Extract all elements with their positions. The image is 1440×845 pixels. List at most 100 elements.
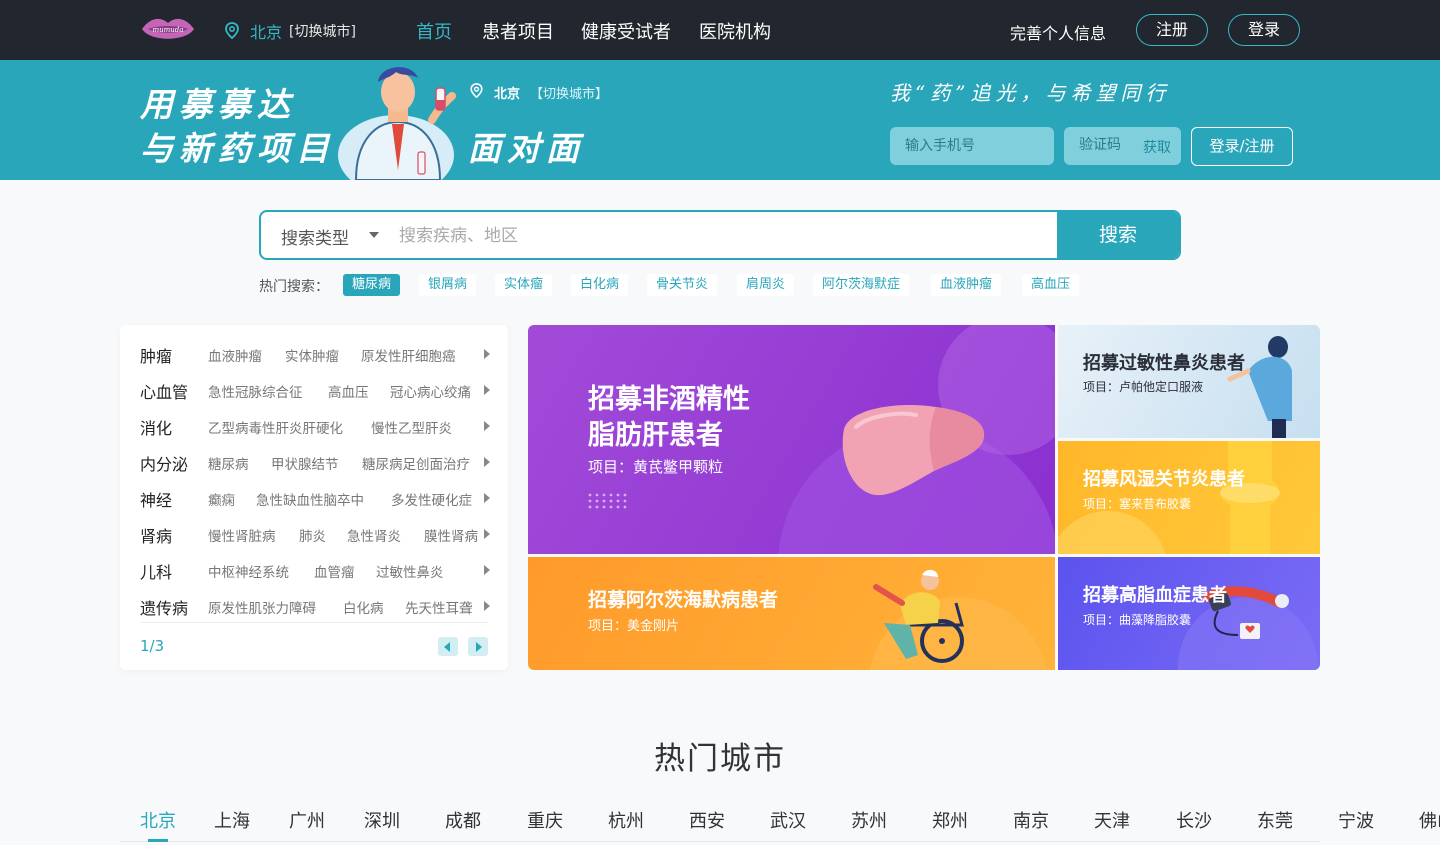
chevron-right-icon[interactable] <box>484 421 490 431</box>
category-name[interactable]: 儿科 <box>140 559 172 583</box>
search-button[interactable]: 搜索 <box>1057 212 1179 258</box>
recruit-card-hyperlipidemia[interactable]: 招募高脂血症患者 项目：曲藻降脂胶囊 <box>1058 557 1320 670</box>
nav-hospitals[interactable]: 医院机构 <box>699 18 771 44</box>
recruit-card-fatty-liver[interactable]: 招募非酒精性 脂肪肝患者 项目：黄芪鳖甲颗粒 <box>528 325 1055 554</box>
city-tab[interactable]: 宁波 <box>1338 807 1374 833</box>
banner-switch-city-link[interactable]: 【切换城市】 <box>530 83 608 102</box>
hot-tag[interactable]: 糖尿病 <box>343 274 401 296</box>
category-sub[interactable]: 急性肾炎 <box>347 525 401 545</box>
hot-tag[interactable]: 白化病 <box>571 274 629 296</box>
category-sub[interactable]: 冠心病心绞痛 <box>390 381 471 401</box>
logo-lips-icon[interactable]: mumuda <box>140 12 196 48</box>
verification-code-input[interactable] <box>1079 137 1139 153</box>
category-sub[interactable]: 高血压 <box>328 381 369 401</box>
category-sub[interactable]: 中枢神经系统 <box>208 561 289 581</box>
category-name[interactable]: 遗传病 <box>140 595 188 619</box>
search-type-dropdown[interactable]: 搜索类型 <box>281 224 349 249</box>
recruit-card-rheumatoid-arthritis[interactable]: 招募风湿关节炎患者 项目：塞来昔布胶囊 <box>1058 441 1320 554</box>
login-register-button[interactable]: 登录/注册 <box>1191 127 1293 166</box>
banner-city: 北京 <box>494 87 521 102</box>
category-sub[interactable]: 慢性肾脏病 <box>208 525 276 545</box>
category-sub[interactable]: 乙型病毒性肝炎肝硬化 <box>208 417 343 437</box>
category-sub[interactable]: 急性缺血性脑卒中 <box>256 489 364 509</box>
nav-healthy-volunteers[interactable]: 健康受试者 <box>581 18 671 44</box>
hot-tag[interactable]: 高血压 <box>1022 274 1080 296</box>
phone-input[interactable] <box>890 127 1054 165</box>
category-row[interactable]: 遗传病 原发性肌张力障碍 白化病 先天性耳聋 <box>140 587 490 623</box>
caret-down-icon[interactable] <box>369 232 379 238</box>
category-row[interactable]: 内分泌 糖尿病 甲状腺结节 糖尿病足创面治疗 <box>140 443 490 479</box>
city-tab[interactable]: 武汉 <box>770 807 806 833</box>
category-sub[interactable]: 肺炎 <box>299 525 326 545</box>
category-sub[interactable]: 白化病 <box>343 597 384 617</box>
city-tab[interactable]: 重庆 <box>527 807 563 833</box>
next-page-button[interactable] <box>468 637 488 656</box>
category-name[interactable]: 内分泌 <box>140 451 188 475</box>
category-name[interactable]: 消化 <box>140 415 172 439</box>
city-tab[interactable]: 长沙 <box>1176 807 1212 833</box>
complete-profile-link[interactable]: 完善个人信息 <box>1010 20 1106 44</box>
chevron-right-icon[interactable] <box>484 529 490 539</box>
category-sub[interactable]: 甲状腺结节 <box>271 453 339 473</box>
get-code-button[interactable]: 获取 <box>1143 137 1171 157</box>
category-row[interactable]: 儿科 中枢神经系统 血管瘤 过敏性鼻炎 <box>140 551 490 587</box>
chevron-right-icon[interactable] <box>484 457 490 467</box>
category-sub[interactable]: 糖尿病 <box>208 453 249 473</box>
category-sub[interactable]: 血液肿瘤 <box>208 345 262 365</box>
category-sub[interactable]: 过敏性鼻炎 <box>376 561 444 581</box>
nav-home[interactable]: 首页 <box>416 18 452 44</box>
hot-tag[interactable]: 阿尔茨海默症 <box>813 274 910 296</box>
chevron-right-icon[interactable] <box>484 565 490 575</box>
category-name[interactable]: 神经 <box>140 487 172 511</box>
nav-patient-projects[interactable]: 患者项目 <box>482 18 554 44</box>
category-row[interactable]: 神经 癫痫 急性缺血性脑卒中 多发性硬化症 <box>140 479 490 515</box>
category-sub[interactable]: 多发性硬化症 <box>391 489 472 509</box>
category-row[interactable]: 肿瘤 血液肿瘤 实体肿瘤 原发性肝细胞癌 <box>140 335 490 371</box>
category-name[interactable]: 肿瘤 <box>140 343 172 367</box>
register-button[interactable]: 注册 <box>1136 14 1208 46</box>
city-tab[interactable]: 郑州 <box>932 807 968 833</box>
city-tab[interactable]: 成都 <box>445 807 481 833</box>
category-sub[interactable]: 慢性乙型肝炎 <box>371 417 452 437</box>
hot-tag[interactable]: 骨关节炎 <box>647 274 718 296</box>
city-tab[interactable]: 杭州 <box>608 807 644 833</box>
category-sub[interactable]: 原发性肝细胞癌 <box>361 345 456 365</box>
city-tab[interactable]: 南京 <box>1013 807 1049 833</box>
chevron-right-icon[interactable] <box>484 493 490 503</box>
city-tab[interactable]: 天津 <box>1094 807 1130 833</box>
category-sub[interactable]: 糖尿病足创面治疗 <box>362 453 470 473</box>
city-tab[interactable]: 上海 <box>214 807 250 833</box>
hot-tag[interactable]: 肩周炎 <box>737 274 795 296</box>
chevron-right-icon[interactable] <box>484 385 490 395</box>
category-sub[interactable]: 先天性耳聋 <box>405 597 473 617</box>
city-tab[interactable]: 东莞 <box>1257 807 1293 833</box>
category-sub[interactable]: 急性冠脉综合征 <box>208 381 303 401</box>
city-tab[interactable]: 西安 <box>689 807 725 833</box>
city-tab-beijing[interactable]: 北京 <box>140 807 176 833</box>
prev-page-button[interactable] <box>438 637 458 656</box>
category-row[interactable]: 消化 乙型病毒性肝炎肝硬化 慢性乙型肝炎 <box>140 407 490 443</box>
hot-tag[interactable]: 银屑病 <box>419 274 477 296</box>
city-tab[interactable]: 苏州 <box>851 807 887 833</box>
city-tab[interactable]: 广州 <box>289 807 325 833</box>
search-input[interactable] <box>399 222 999 250</box>
chevron-right-icon[interactable] <box>484 349 490 359</box>
login-button[interactable]: 登录 <box>1228 14 1300 46</box>
recruit-card-alzheimers[interactable]: 招募阿尔茨海默病患者 项目：美金刚片 <box>528 557 1055 670</box>
chevron-right-icon[interactable] <box>484 601 490 611</box>
category-name[interactable]: 肾病 <box>140 523 172 547</box>
category-sub[interactable]: 血管瘤 <box>314 561 355 581</box>
category-row[interactable]: 心血管 急性冠脉综合征 高血压 冠心病心绞痛 <box>140 371 490 407</box>
city-tab[interactable]: 佛山 <box>1419 807 1440 833</box>
category-row[interactable]: 肾病 慢性肾脏病 肺炎 急性肾炎 膜性肾病 <box>140 515 490 551</box>
category-name[interactable]: 心血管 <box>140 379 188 403</box>
recruit-card-allergic-rhinitis[interactable]: 招募过敏性鼻炎患者 项目：卢帕他定口服液 <box>1058 325 1320 438</box>
city-tab[interactable]: 深圳 <box>364 807 400 833</box>
hot-tag[interactable]: 实体瘤 <box>495 274 553 296</box>
category-sub[interactable]: 实体肿瘤 <box>285 345 339 365</box>
category-sub[interactable]: 原发性肌张力障碍 <box>208 597 316 617</box>
category-sub[interactable]: 癫痫 <box>208 489 235 509</box>
hot-tag[interactable]: 血液肿瘤 <box>931 274 1002 296</box>
switch-city-link[interactable]: [切换城市] <box>289 21 356 41</box>
category-sub[interactable]: 膜性肾病 <box>424 525 478 545</box>
